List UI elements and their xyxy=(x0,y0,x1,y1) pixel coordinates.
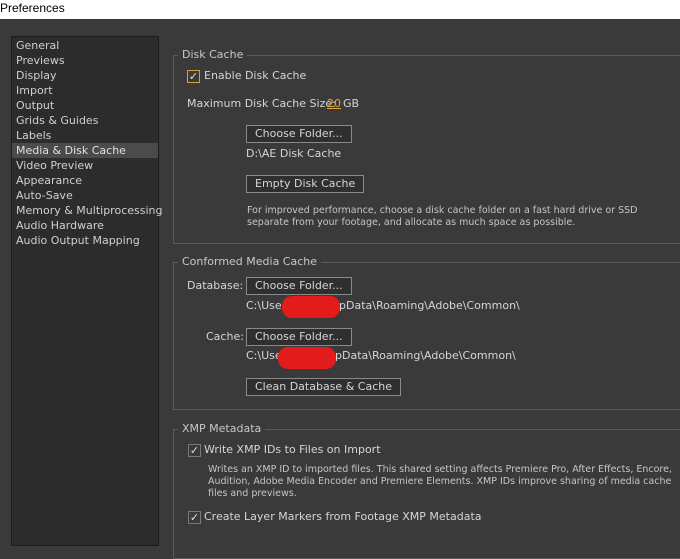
checkmark-icon: ✓ xyxy=(188,70,199,83)
sidebar-item-media-disk-cache[interactable]: Media & Disk Cache xyxy=(12,143,158,158)
sidebar-item-output[interactable]: Output xyxy=(12,98,158,113)
disk-cache-note: For improved performance, choose a disk … xyxy=(247,205,638,228)
redaction-mark xyxy=(282,296,340,318)
sidebar-item-grids-guides[interactable]: Grids & Guides xyxy=(12,113,158,128)
sidebar-item-import[interactable]: Import xyxy=(12,83,158,98)
redaction-mark xyxy=(278,347,336,369)
database-path-start: C:\Use xyxy=(246,299,282,312)
window-title: Preferences xyxy=(0,0,680,19)
cache-path-end: pData\Roaming\Adobe\Common\ xyxy=(335,349,516,362)
preferences-sidebar: General Previews Display Import Output G… xyxy=(11,36,162,546)
conformed-media-cache-group: Conformed Media Cache Database: Choose F… xyxy=(173,255,680,410)
enable-disk-cache-label[interactable]: Enable Disk Cache xyxy=(204,69,306,82)
sidebar-item-memory-multiprocessing[interactable]: Memory & Multiprocessing xyxy=(12,203,162,218)
empty-disk-cache-button[interactable]: Empty Disk Cache xyxy=(246,175,365,193)
write-xmp-ids-label[interactable]: Write XMP IDs to Files on Import xyxy=(204,443,381,456)
sidebar-item-appearance[interactable]: Appearance xyxy=(12,173,158,188)
disk-cache-group-title: Disk Cache xyxy=(178,48,248,61)
disk-cache-group: Disk Cache ✓ Enable Disk Cache Maximum D… xyxy=(173,48,680,244)
cache-label: Cache: xyxy=(206,330,244,343)
sidebar-item-labels[interactable]: Labels xyxy=(12,128,158,143)
layer-markers-label[interactable]: Create Layer Markers from Footage XMP Me… xyxy=(204,510,482,523)
choose-database-folder-button[interactable]: Choose Folder... xyxy=(246,277,352,295)
sidebar-item-audio-hardware[interactable]: Audio Hardware xyxy=(12,218,158,233)
sidebar-item-general[interactable]: General xyxy=(12,38,158,53)
checkmark-icon: ✓ xyxy=(189,511,200,524)
max-cache-size-value[interactable]: 20 xyxy=(327,97,341,110)
checkmark-icon: ✓ xyxy=(189,444,200,457)
sidebar-item-auto-save[interactable]: Auto-Save xyxy=(12,188,158,203)
max-cache-size-unit: GB xyxy=(343,97,360,110)
write-xmp-ids-note: Writes an XMP ID to imported files. This… xyxy=(208,464,672,499)
xmp-metadata-group-title: XMP Metadata xyxy=(178,422,266,435)
database-label: Database: xyxy=(187,279,244,292)
xmp-metadata-group: XMP Metadata ✓ Write XMP IDs to Files on… xyxy=(173,422,680,559)
clean-database-cache-button[interactable]: Clean Database & Cache xyxy=(246,378,401,396)
sidebar-item-display[interactable]: Display xyxy=(12,68,158,83)
enable-disk-cache-checkbox[interactable]: ✓ xyxy=(187,70,200,83)
choose-disk-cache-folder-button[interactable]: Choose Folder... xyxy=(246,125,352,143)
max-cache-size-label: Maximum Disk Cache Size: xyxy=(187,97,336,110)
database-path-end: pData\Roaming\Adobe\Common\ xyxy=(339,299,520,312)
conformed-media-cache-group-title: Conformed Media Cache xyxy=(178,255,322,268)
disk-cache-folder-path: D:\AE Disk Cache xyxy=(246,147,342,160)
layer-markers-checkbox[interactable]: ✓ xyxy=(188,511,201,524)
write-xmp-ids-checkbox[interactable]: ✓ xyxy=(188,444,201,457)
choose-cache-folder-button[interactable]: Choose Folder... xyxy=(246,328,352,346)
sidebar-item-audio-output-mapping[interactable]: Audio Output Mapping xyxy=(12,233,158,248)
sidebar-item-video-preview[interactable]: Video Preview xyxy=(12,158,158,173)
cache-path-start: C:\Use xyxy=(246,349,282,362)
sidebar-item-previews[interactable]: Previews xyxy=(12,53,158,68)
